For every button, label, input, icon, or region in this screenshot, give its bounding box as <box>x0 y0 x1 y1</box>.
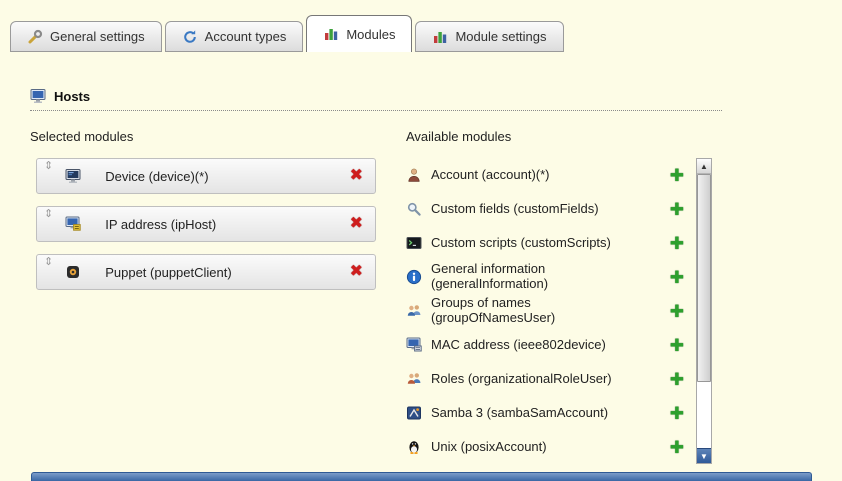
modules-icon <box>323 26 339 42</box>
available-module-row-macaddress: MAC address (ieee802device) ✚ <box>406 328 688 362</box>
scrollbar-thumb[interactable] <box>697 174 711 382</box>
hosts-section-header: Hosts <box>30 88 722 111</box>
puppet-icon <box>65 264 81 280</box>
selected-module-label: Puppet (puppetClient) <box>105 265 231 280</box>
tab-label: General settings <box>50 29 145 44</box>
available-module-label: MAC address (ieee802device) <box>431 338 649 353</box>
ip-address-icon <box>65 216 81 232</box>
available-module-label: General information (generalInformation) <box>431 262 649 291</box>
available-module-label: Custom scripts (customScripts) <box>431 236 649 251</box>
add-module-button[interactable]: ✚ <box>670 303 684 320</box>
tools-icon <box>27 29 43 45</box>
drag-handle-icon[interactable]: ⇕ <box>37 159 53 172</box>
available-module-label: Groups of names (groupOfNamesUser) <box>431 296 649 325</box>
modules-icon <box>432 29 448 45</box>
available-module-label: Roles (organizationalRoleUser) <box>431 372 649 387</box>
selected-module-label: IP address (ipHost) <box>105 217 216 232</box>
account-icon <box>406 167 422 183</box>
tab-label: Modules <box>346 27 395 42</box>
available-modules-title: Available modules <box>406 129 726 144</box>
modules-tab-content: Hosts Selected modules ⇕ Device (device)… <box>0 88 842 474</box>
remove-module-button[interactable]: ✖ <box>350 168 363 184</box>
add-module-button[interactable]: ✚ <box>670 235 684 252</box>
available-module-label: Custom fields (customFields) <box>431 202 649 217</box>
add-module-button[interactable]: ✚ <box>670 439 684 456</box>
add-module-button[interactable]: ✚ <box>670 201 684 218</box>
add-module-button[interactable]: ✚ <box>670 269 684 286</box>
groups-icon <box>406 303 422 319</box>
info-icon <box>406 269 422 285</box>
selected-modules-column: Selected modules ⇕ Device (device)(*) ✖ … <box>30 129 406 474</box>
scroll-down-button[interactable]: ▼ <box>697 448 711 463</box>
available-module-row-customfields: Custom fields (customFields) ✚ <box>406 192 688 226</box>
roles-icon <box>406 371 422 387</box>
down-arrow-icon: ▼ <box>700 452 708 461</box>
lam-configuration-page: General settings Account types Modules M… <box>0 0 842 481</box>
tab-account-types[interactable]: Account types <box>165 21 304 52</box>
available-module-label: Account (account)(*) <box>431 168 649 183</box>
samba-icon <box>406 405 422 421</box>
custom-fields-icon <box>406 201 422 217</box>
add-module-button[interactable]: ✚ <box>670 167 684 184</box>
custom-scripts-icon <box>406 235 422 251</box>
tab-module-settings[interactable]: Module settings <box>415 21 563 52</box>
available-module-row-customscripts: Custom scripts (customScripts) ✚ <box>406 226 688 260</box>
available-module-row-samba3: Samba 3 (sambaSamAccount) ✚ <box>406 396 688 430</box>
add-module-button[interactable]: ✚ <box>670 371 684 388</box>
available-module-row-account: Account (account)(*) ✚ <box>406 158 688 192</box>
computer-icon <box>30 88 46 104</box>
add-module-button[interactable]: ✚ <box>670 405 684 422</box>
add-module-button[interactable]: ✚ <box>670 337 684 354</box>
available-module-label: Samba 3 (sambaSamAccount) <box>431 406 649 421</box>
device-icon <box>65 168 81 184</box>
available-module-row-groupofnames: Groups of names (groupOfNamesUser) ✚ <box>406 294 688 328</box>
up-arrow-icon: ▲ <box>700 162 708 171</box>
selected-module-row-device[interactable]: ⇕ Device (device)(*) ✖ <box>36 158 376 194</box>
drag-handle-icon[interactable]: ⇕ <box>37 255 53 268</box>
scroll-up-button[interactable]: ▲ <box>697 159 711 174</box>
tab-modules[interactable]: Modules <box>306 15 412 52</box>
available-module-row-roles: Roles (organizationalRoleUser) ✚ <box>406 362 688 396</box>
bottom-section-bar <box>31 472 812 481</box>
tab-general-settings[interactable]: General settings <box>10 21 162 52</box>
available-modules-column: Available modules Account (account)(*) ✚… <box>406 129 726 474</box>
sync-icon <box>182 29 198 45</box>
tab-label: Account types <box>205 29 287 44</box>
unix-icon <box>406 439 422 455</box>
selected-module-row-puppet[interactable]: ⇕ Puppet (puppetClient) ✖ <box>36 254 376 290</box>
available-modules-list: Account (account)(*) ✚ Custom fields (cu… <box>406 158 688 474</box>
remove-module-button[interactable]: ✖ <box>350 216 363 232</box>
available-module-row-generalinformation: General information (generalInformation)… <box>406 260 688 294</box>
drag-handle-icon[interactable]: ⇕ <box>37 207 53 220</box>
remove-module-button[interactable]: ✖ <box>350 264 363 280</box>
selected-module-label: Device (device)(*) <box>105 169 208 184</box>
scrollbar[interactable]: ▲ ▼ <box>696 158 712 464</box>
section-title: Hosts <box>54 89 90 104</box>
mac-address-icon <box>406 337 422 353</box>
scrollbar-track[interactable] <box>697 174 711 448</box>
tab-label: Module settings <box>455 29 546 44</box>
selected-module-row-iphost[interactable]: ⇕ IP address (ipHost) ✖ <box>36 206 376 242</box>
available-module-label: Unix (posixAccount) <box>431 440 649 455</box>
available-module-row-unix: Unix (posixAccount) ✚ <box>406 430 688 464</box>
tabbar: General settings Account types Modules M… <box>0 0 842 52</box>
selected-modules-title: Selected modules <box>30 129 406 144</box>
